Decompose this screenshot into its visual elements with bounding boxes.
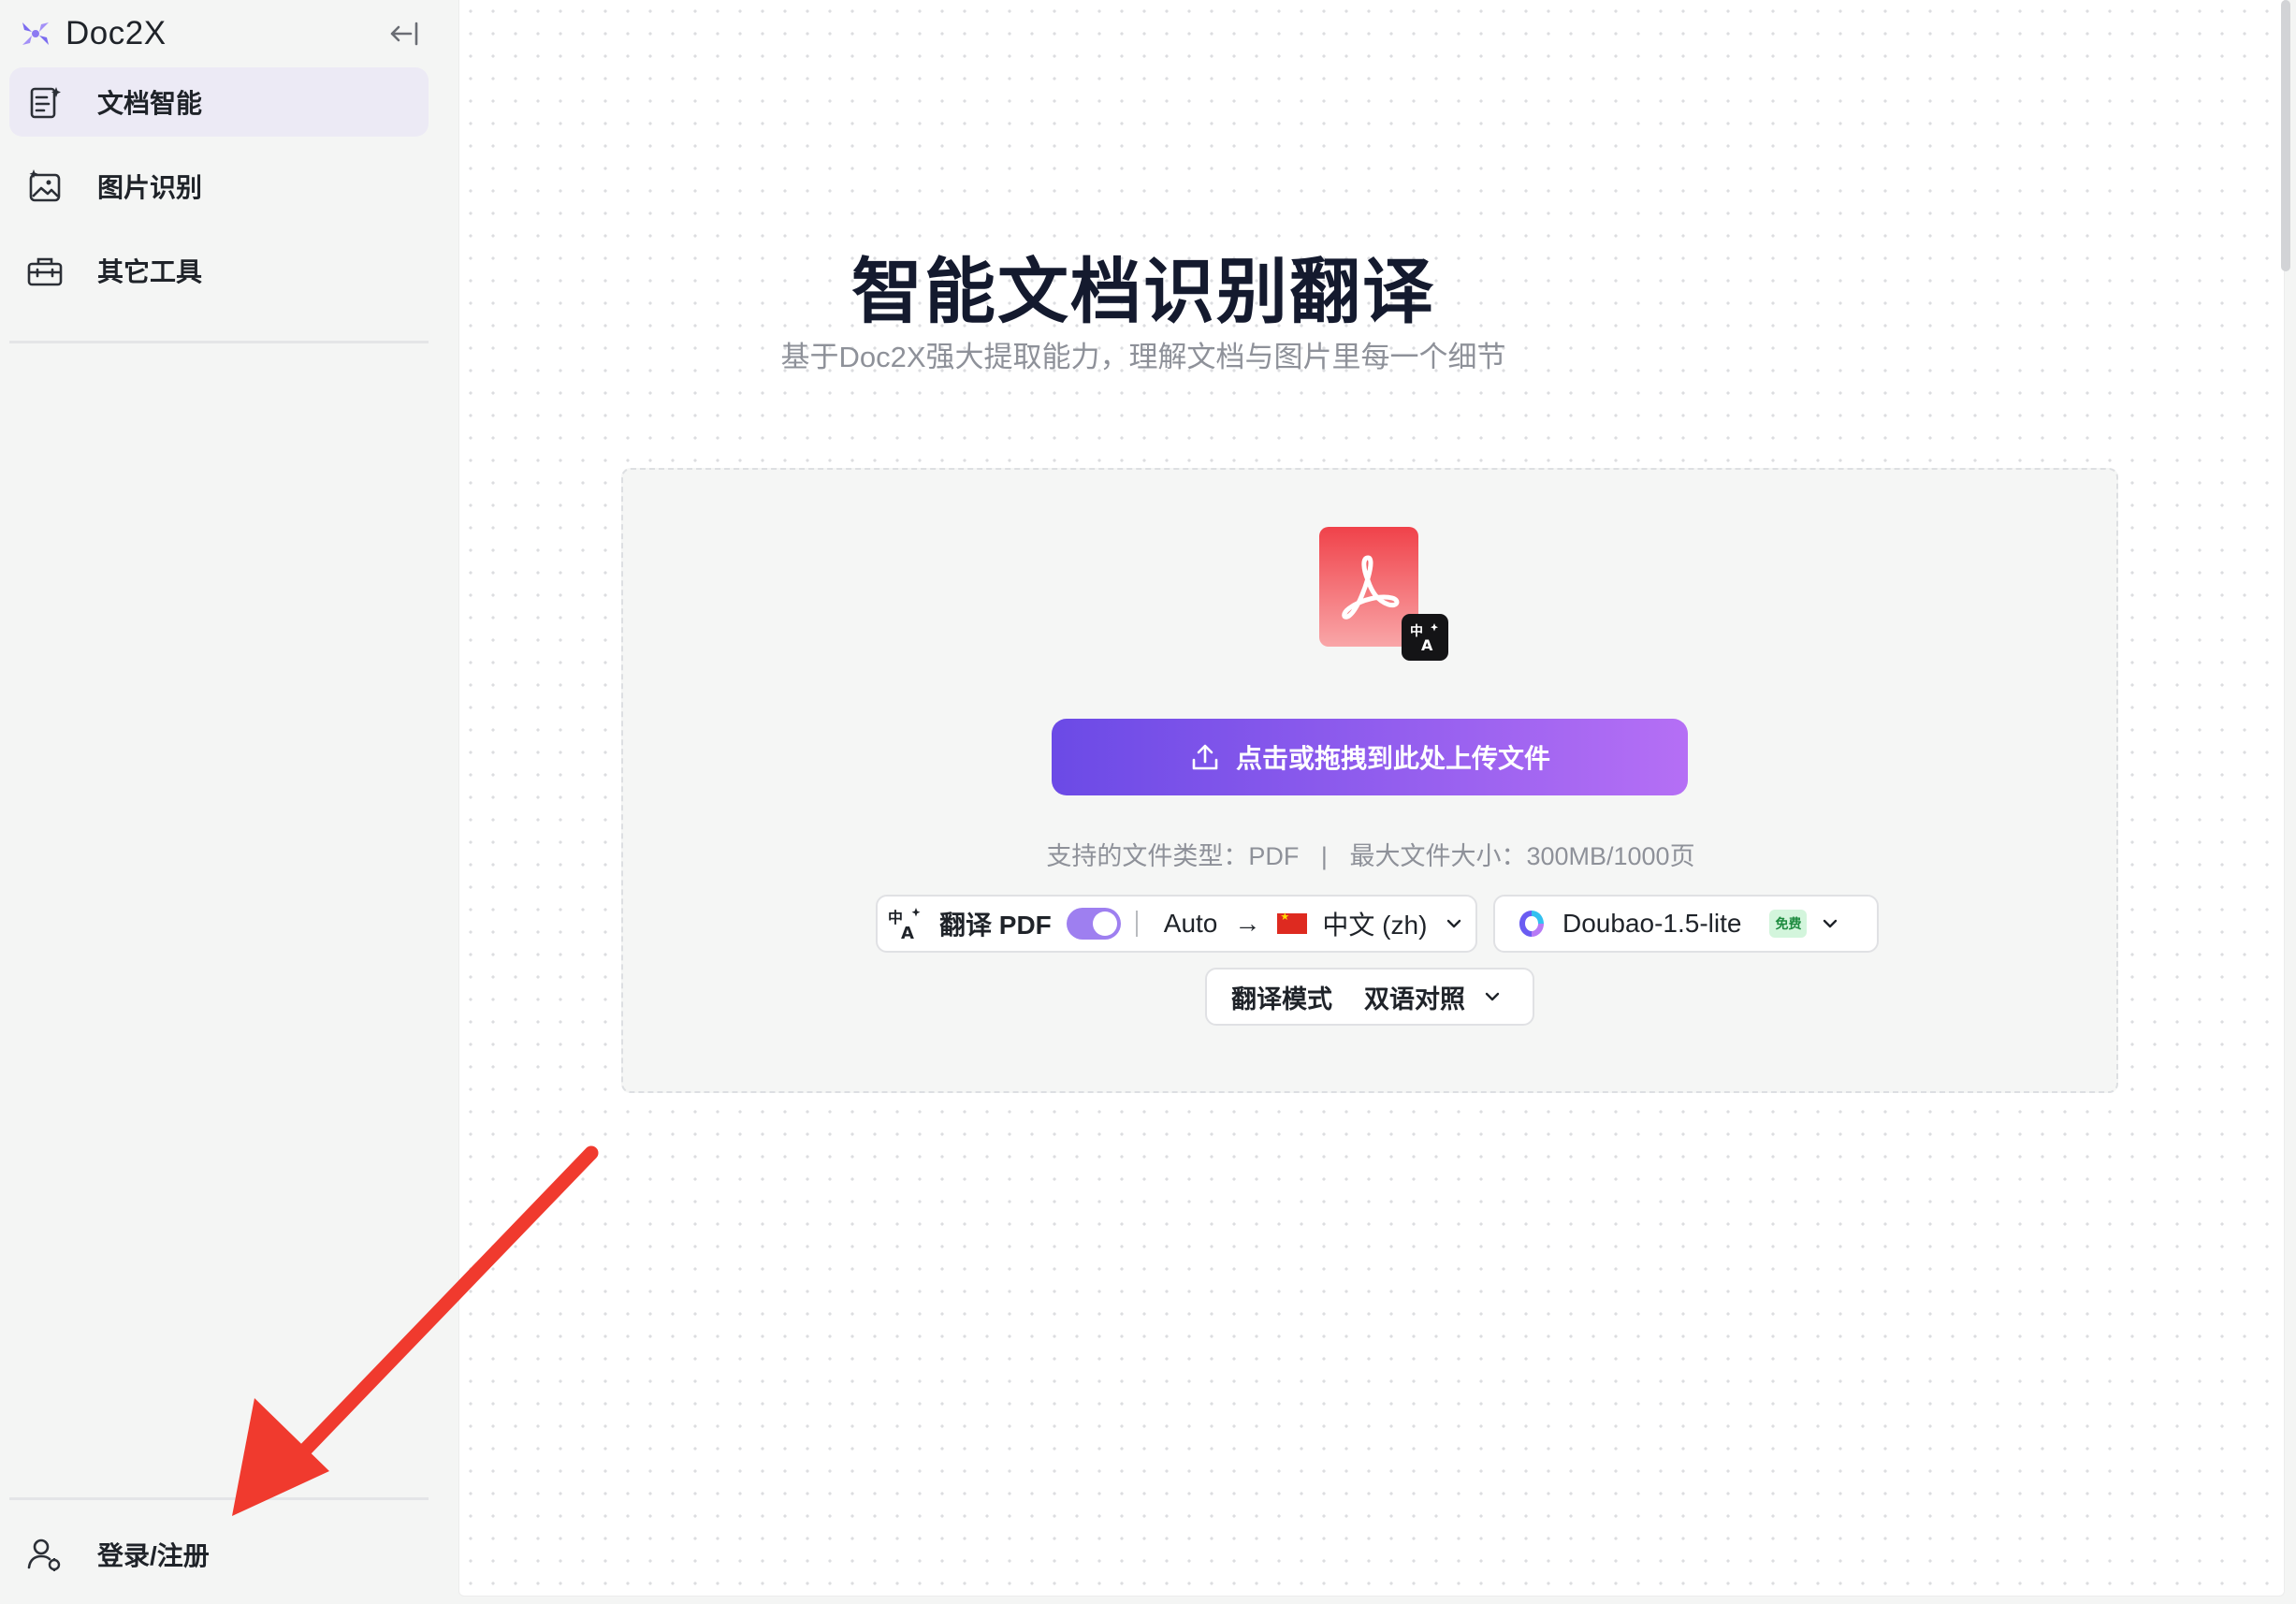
page-title: 智能文档识别翻译	[851, 253, 1435, 332]
translation-mode-select[interactable]: 翻译模式 双语对照	[1205, 968, 1534, 1026]
toggle-knob	[1092, 911, 1117, 936]
page-subtitle: 基于Doc2X强大提取能力，理解文档与图片里每一个细节	[780, 341, 1506, 373]
brand[interactable]: Doc2X	[19, 11, 167, 56]
upload-file-button[interactable]: 点击或拖拽到此处上传文件	[1052, 719, 1688, 795]
translate-settings: 中 A 翻译 PDF Auto → 中文 (zh)	[876, 895, 1477, 953]
file-types-text: 支持的文件类型：PDF	[1046, 842, 1300, 870]
supported-files-info: 支持的文件类型：PDF | 最大文件大小：300MB/1000页	[0, 836, 2296, 872]
max-size-text: 最大文件大小：300MB/1000页	[1349, 842, 1695, 870]
translation-mode-label: 翻译模式	[1231, 984, 1332, 1013]
model-name: Doubao-1.5-lite	[1562, 909, 1742, 938]
translate-pdf-label: 翻译 PDF	[939, 911, 1052, 940]
upload-icon	[1192, 744, 1218, 770]
document-sparkle-icon	[24, 81, 65, 123]
translation-mode-value: 双语对照	[1364, 984, 1465, 1013]
sidebar-item-label: 文档智能	[97, 89, 203, 118]
sidebar-item-image-recognition[interactable]: 图片识别	[9, 152, 429, 221]
pill-divider	[1135, 911, 1138, 937]
svg-text:A: A	[901, 924, 914, 941]
sidebar-item-document-intelligence[interactable]: 文档智能	[9, 67, 429, 137]
source-language-select[interactable]: Auto	[1164, 909, 1218, 939]
user-icon	[24, 1534, 65, 1575]
collapse-left-icon	[390, 22, 418, 46]
sidebar-divider	[9, 1497, 429, 1500]
target-language-select[interactable]: 中文 (zh)	[1322, 905, 1427, 942]
free-badge: 免费	[1769, 910, 1808, 938]
upload-button-label: 点击或拖拽到此处上传文件	[1235, 744, 1550, 773]
translate-toggle[interactable]	[1066, 908, 1121, 940]
chevron-down-icon[interactable]	[1444, 913, 1464, 934]
main-scrollbar[interactable]	[2281, 0, 2290, 271]
translate-badge-icon: 中 A	[1402, 614, 1448, 661]
image-sparkle-icon	[24, 166, 65, 207]
translate-icon: 中 A	[888, 908, 921, 941]
sidebar-item-label: 图片识别	[97, 173, 203, 202]
doc2x-logo-icon	[22, 22, 49, 45]
brand-name: Doc2X	[65, 15, 167, 51]
login-register-button[interactable]: 登录/注册	[9, 1520, 429, 1589]
chevron-down-icon	[1485, 992, 1500, 1001]
info-separator: |	[1320, 842, 1328, 870]
china-flag-icon	[1277, 911, 1308, 934]
chevron-down-icon	[1824, 919, 1838, 928]
model-select[interactable]: Doubao-1.5-lite 免费	[1493, 895, 1879, 953]
svg-text:A: A	[1421, 636, 1433, 654]
doubao-model-icon	[1519, 911, 1544, 937]
arrow-right-icon: →	[1234, 909, 1261, 938]
login-register-label: 登录/注册	[97, 1541, 210, 1570]
collapse-sidebar-button[interactable]	[384, 13, 425, 54]
